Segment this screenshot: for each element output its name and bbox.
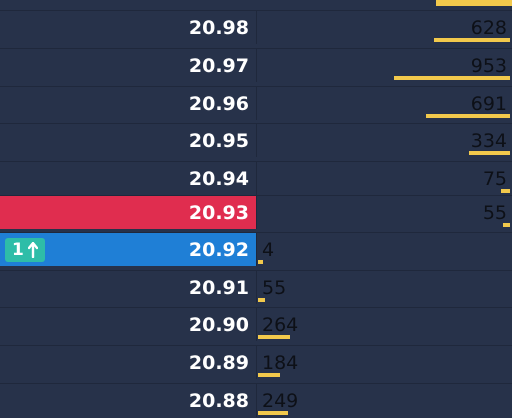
price-label: 20.97 — [188, 55, 249, 77]
column-divider — [256, 346, 257, 379]
bid-volume-bar — [258, 298, 265, 302]
bid-volume-bar — [258, 411, 288, 415]
bid-volume-bar — [258, 260, 263, 264]
ask-row[interactable]: 20.94 75 — [0, 161, 512, 195]
price-label: 20.93 — [188, 202, 249, 224]
price-cell[interactable]: 20.98 — [0, 11, 256, 44]
top-volume-bar — [436, 0, 512, 6]
bid-row[interactable]: 20.90 264 — [0, 307, 512, 341]
bid-row[interactable]: 20.88 249 — [0, 383, 512, 417]
price-label: 20.96 — [188, 93, 249, 115]
ask-volume-bar — [434, 38, 510, 42]
column-divider — [256, 233, 257, 266]
price-label: 20.95 — [188, 130, 249, 152]
ask-row[interactable]: 20.95 334 — [0, 123, 512, 157]
ask-volume-bar — [503, 223, 510, 227]
price-cell[interactable]: 20.91 — [0, 271, 256, 304]
ask-row[interactable]: 20.98 628 — [0, 10, 512, 44]
ask-size[interactable]: 691 — [471, 94, 507, 114]
ask-row[interactable]: 20.97 953 — [0, 48, 512, 82]
price-cell[interactable]: 20.88 — [0, 384, 256, 417]
bid-size[interactable]: 4 — [262, 240, 274, 260]
bid-row[interactable]: 20.89 184 — [0, 345, 512, 379]
column-divider — [256, 49, 257, 82]
ask-volume-bar — [469, 151, 510, 155]
bid-volume-bar — [258, 335, 290, 339]
ask-size[interactable]: 628 — [471, 18, 507, 38]
price-label: 20.90 — [188, 314, 249, 336]
bid-size[interactable]: 264 — [262, 315, 298, 335]
price-cell[interactable]: 1 20.92 — [0, 233, 256, 266]
bid-row[interactable]: 1 20.92 4 — [0, 232, 512, 266]
price-cell[interactable]: 20.89 — [0, 346, 256, 379]
price-cell[interactable]: 20.90 — [0, 308, 256, 341]
bid-size[interactable]: 249 — [262, 391, 298, 411]
price-label: 20.89 — [188, 352, 249, 374]
ask-volume-bar — [426, 114, 510, 118]
ask-size[interactable]: 334 — [471, 131, 507, 151]
ask-row[interactable]: 20.96 691 — [0, 86, 512, 120]
price-cell[interactable]: 20.95 — [0, 124, 256, 157]
price-ladder: 20.98 628 20.97 953 20.96 691 20.95 334 20.94 75 2… — [0, 0, 512, 418]
price-label: 20.91 — [188, 277, 249, 299]
arrow-up-icon — [27, 242, 38, 258]
bid-volume-bar — [258, 373, 280, 377]
bid-row[interactable]: 20.91 55 — [0, 270, 512, 304]
order-count-badge[interactable]: 1 — [5, 238, 45, 262]
price-cell[interactable]: 20.94 — [0, 162, 256, 195]
price-cell[interactable]: 20.97 — [0, 49, 256, 82]
column-divider — [256, 384, 257, 417]
ask-volume-bar — [394, 76, 510, 80]
ask-size[interactable]: 953 — [471, 56, 507, 76]
column-divider — [256, 271, 257, 304]
ask-size[interactable]: 75 — [483, 169, 507, 189]
bid-size[interactable]: 55 — [262, 278, 286, 298]
ask-volume-bar — [501, 189, 510, 193]
column-divider — [256, 11, 257, 44]
order-count: 1 — [12, 240, 24, 260]
price-cell[interactable]: 20.93 — [0, 196, 256, 229]
column-divider — [256, 196, 257, 229]
column-divider — [256, 162, 257, 195]
column-divider — [256, 308, 257, 341]
price-label: 20.88 — [188, 390, 249, 412]
price-label: 20.92 — [188, 239, 249, 261]
ask-size[interactable]: 55 — [483, 203, 507, 223]
bid-size[interactable]: 184 — [262, 353, 298, 373]
price-cell[interactable]: 20.96 — [0, 87, 256, 120]
price-label: 20.94 — [188, 168, 249, 190]
price-label: 20.98 — [188, 17, 249, 39]
column-divider — [256, 87, 257, 120]
column-divider — [256, 124, 257, 157]
ask-row[interactable]: 20.93 55 — [0, 195, 512, 229]
